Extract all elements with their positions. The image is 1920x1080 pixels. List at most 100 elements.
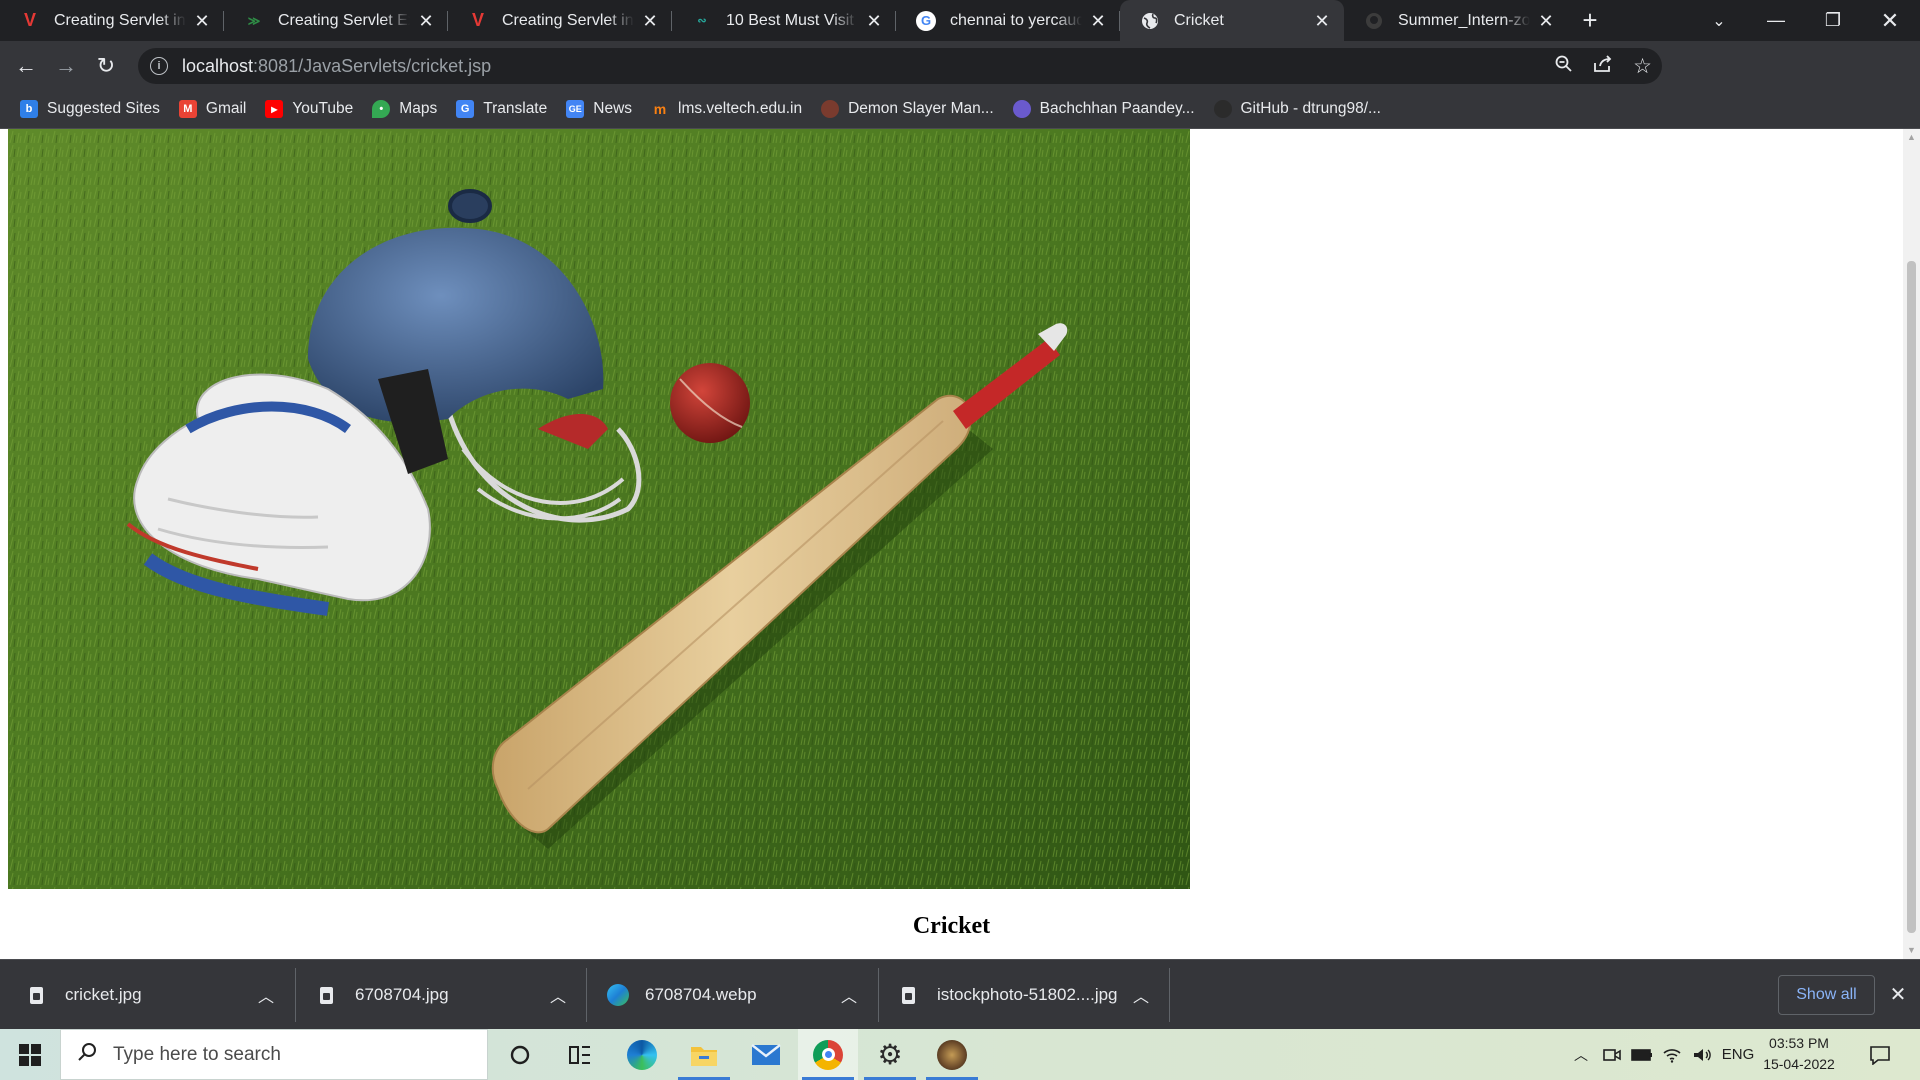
bookmark-maps[interactable]: • Maps [372, 100, 437, 118]
tab-search-icon[interactable]: ⌄ [1691, 0, 1747, 41]
close-downloads-icon[interactable]: ✕ [1886, 980, 1910, 1010]
address-bar[interactable]: i localhost:8081/JavaServlets/cricket.js… [138, 48, 1662, 84]
translate-icon: G [456, 100, 475, 118]
chevron-up-icon[interactable]: ︿ [550, 983, 566, 1007]
browser-tab-active[interactable]: Cricket ✕ [1120, 0, 1344, 41]
forward-button[interactable]: → [46, 46, 86, 86]
close-tab-icon[interactable]: ✕ [416, 11, 436, 31]
scrollbar-thumb[interactable] [1907, 261, 1916, 933]
download-item[interactable]: cricket.jpg ︿ [30, 960, 274, 1030]
download-filename: istockphoto-51802....jpg [937, 985, 1118, 1004]
share-icon[interactable] [1593, 54, 1613, 78]
scroll-down-arrow-icon[interactable]: ▼ [1903, 942, 1920, 959]
bing-icon: b [20, 100, 38, 118]
news-icon: GE [566, 100, 585, 118]
site-info-icon[interactable]: i [150, 57, 168, 75]
language-indicator[interactable]: ENG [1718, 1029, 1758, 1080]
close-tab-icon[interactable]: ✕ [864, 11, 884, 31]
bookmarks-bar: b Suggested Sites M Gmail ▶ YouTube • Ma… [0, 90, 1920, 129]
close-window-button[interactable]: ✕ [1862, 0, 1918, 41]
zoom-icon[interactable] [1555, 55, 1573, 78]
download-item[interactable]: 6708704.jpg ︿ [320, 960, 566, 1030]
back-button[interactable]: ← [6, 46, 46, 86]
wifi-icon[interactable] [1658, 1029, 1686, 1080]
browser-tab[interactable]: V Creating Servlet in Ecl ✕ [0, 0, 224, 41]
maps-icon: • [372, 100, 391, 118]
taskbar-search-box[interactable]: Type here to search [60, 1029, 488, 1080]
desktop-screen: V Creating Servlet in Ecl ✕ ≫ Creating S… [0, 0, 1920, 1080]
file-icon [902, 986, 915, 1004]
bookmark-news[interactable]: GE News [566, 100, 632, 118]
restore-button[interactable]: ❐ [1805, 0, 1861, 41]
taskbar-clock[interactable]: 03:53 PM 15-04-2022 [1754, 1033, 1844, 1075]
clock-time: 03:53 PM [1769, 1035, 1829, 1051]
bookmark-label: GitHub - dtrung98/... [1240, 100, 1381, 117]
minimize-button[interactable]: — [1748, 0, 1804, 41]
travel-logo-icon: ∾ [697, 15, 707, 27]
bookmark-label: Gmail [205, 100, 247, 117]
scroll-up-arrow-icon[interactable]: ▲ [1903, 129, 1920, 146]
file-explorer-icon[interactable] [674, 1029, 734, 1080]
download-separator [1169, 968, 1170, 1022]
notifications-icon[interactable] [1862, 1029, 1898, 1080]
bookmark-bachchhan-paandey[interactable]: Bachchhan Paandey... [1012, 100, 1195, 118]
show-hidden-icons-chevron[interactable]: ︿ [1566, 1029, 1596, 1080]
bookmark-label: Translate [483, 100, 548, 117]
file-icon [30, 986, 43, 1004]
bookmark-translate[interactable]: G Translate [456, 100, 547, 118]
close-tab-icon[interactable]: ✕ [640, 11, 660, 31]
chrome-icon[interactable] [798, 1029, 858, 1080]
bookmark-youtube[interactable]: ▶ YouTube [265, 100, 353, 118]
bookmark-star-icon[interactable]: ☆ [1633, 54, 1652, 79]
bookmark-demon-slayer[interactable]: Demon Slayer Man... [821, 100, 994, 118]
edge-browser-icon[interactable] [612, 1029, 672, 1080]
bookmark-label: Bachchhan Paandey... [1039, 100, 1195, 117]
reload-button[interactable]: ↻ [86, 46, 126, 86]
download-filename: 6708704.jpg [355, 985, 449, 1004]
browser-toolbar: ← → ↻ i localhost:8081/JavaServlets/cric… [0, 41, 1920, 120]
download-filename: 6708704.webp [645, 985, 757, 1004]
youtube-icon: ▶ [265, 100, 284, 118]
new-tab-button[interactable]: + [1568, 0, 1612, 41]
windows-taskbar: Type here to search ⚙ ︿ ENG 03:53 PM 15-… [0, 1029, 1920, 1080]
browser-tab[interactable]: V Creating Servlet in Ecl ✕ [448, 0, 672, 41]
v-logo-icon: V [471, 10, 484, 30]
bookmark-label: News [593, 100, 633, 117]
page-viewport: Cricket [0, 129, 1903, 959]
mail-icon[interactable] [736, 1029, 796, 1080]
battery-icon[interactable] [1628, 1029, 1656, 1080]
browser-tab[interactable]: ∾ 10 Best Must Visit Wa ✕ [672, 0, 896, 41]
task-view-icon[interactable] [550, 1029, 610, 1080]
tab-title: Summer_Intern-zoho/ [1398, 11, 1530, 29]
download-separator [878, 968, 879, 1022]
bookmark-github[interactable]: GitHub - dtrung98/... [1213, 100, 1381, 118]
close-tab-icon[interactable]: ✕ [192, 11, 212, 31]
settings-gear-icon[interactable]: ⚙ [860, 1029, 920, 1080]
close-tab-icon[interactable]: ✕ [1536, 11, 1556, 31]
show-all-button[interactable]: Show all [1778, 975, 1875, 1015]
file-icon [320, 986, 333, 1004]
volume-icon[interactable] [1688, 1029, 1716, 1080]
bookmark-label: YouTube [292, 100, 354, 117]
bookmark-label: Suggested Sites [47, 100, 160, 117]
page-scrollbar[interactable]: ▲ ▼ [1903, 129, 1920, 959]
close-tab-icon[interactable]: ✕ [1312, 11, 1332, 31]
close-tab-icon[interactable]: ✕ [1088, 11, 1108, 31]
bookmark-suggested-sites[interactable]: b Suggested Sites [20, 100, 160, 118]
download-item[interactable]: istockphoto-51802....jpg ︿ [902, 960, 1162, 1030]
start-button[interactable] [0, 1029, 60, 1080]
browser-tab[interactable]: Summer_Intern-zoho/ ✕ [1344, 0, 1568, 41]
browser-tab[interactable]: G chennai to yercaud di ✕ [896, 0, 1120, 41]
bookmark-lms[interactable]: m lms.veltech.edu.in [651, 100, 802, 118]
browser-tab[interactable]: ≫ Creating Servlet Exam ✕ [224, 0, 448, 41]
url-host: localhost [182, 55, 254, 76]
download-separator [586, 968, 587, 1022]
chevron-up-icon[interactable]: ︿ [841, 983, 857, 1007]
bookmark-gmail[interactable]: M Gmail [178, 100, 247, 118]
chevron-up-icon[interactable]: ︿ [258, 983, 274, 1007]
cortana-icon[interactable] [490, 1029, 550, 1080]
download-item[interactable]: 6708704.webp ︿ [607, 960, 867, 1030]
chevron-up-icon[interactable]: ︿ [1133, 983, 1149, 1007]
meet-now-icon[interactable] [1598, 1029, 1626, 1080]
game-app-icon[interactable] [922, 1029, 982, 1080]
